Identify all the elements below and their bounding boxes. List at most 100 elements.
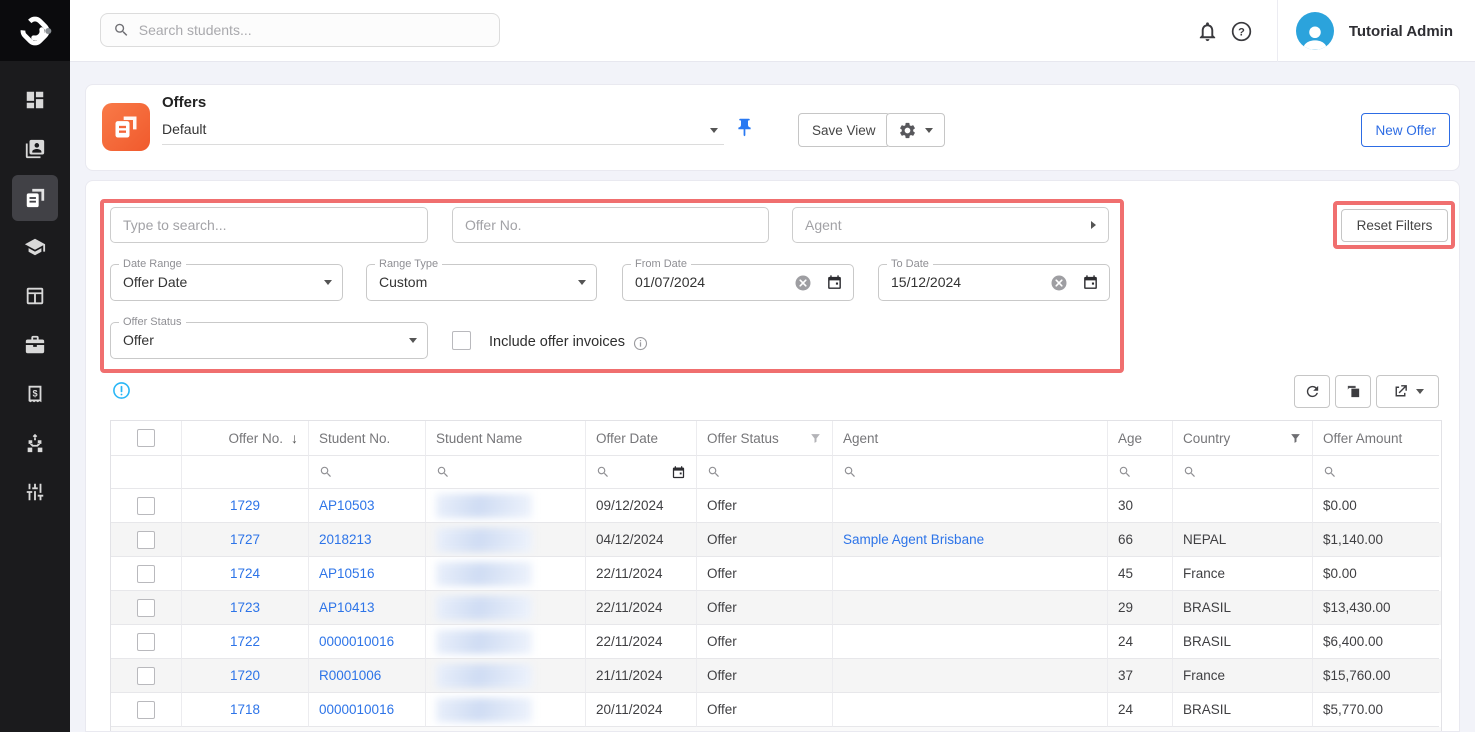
offer-no-link[interactable]: 1723 [230,600,260,615]
student-no-link[interactable]: AP10516 [319,566,375,581]
range-type-select[interactable]: Range Type Custom [366,264,597,301]
agent-link[interactable]: Sample Agent Brisbane [843,532,984,547]
chevron-down-icon [925,128,933,133]
help-button[interactable]: ? [1225,14,1259,48]
from-date-field[interactable]: From Date 01/07/2024 [622,264,854,301]
pin-view-button[interactable] [734,117,755,138]
sliders-icon [24,481,46,503]
student-no-link[interactable]: 0000010016 [319,634,394,649]
avatar[interactable] [1296,12,1334,50]
filter-cell-student-no[interactable] [309,456,426,489]
clear-icon[interactable] [1050,274,1068,292]
chevron-right-icon [1091,221,1096,229]
offer-no-link[interactable]: 1724 [230,566,260,581]
offer-status-cell: Offer [697,591,833,625]
offer-no-link[interactable]: 1720 [230,668,260,683]
topbar-right: ? Tutorial Admin [1191,0,1475,62]
filter-funnel-icon[interactable] [1289,432,1302,445]
global-search[interactable] [100,13,500,47]
sidebar-item-dashboard[interactable] [12,77,58,123]
filter-funnel-icon[interactable] [809,432,822,445]
column-header-offer-no[interactable]: Offer No. ↓ [182,421,309,456]
calendar-icon[interactable] [1082,274,1099,291]
calendar-icon[interactable] [826,274,843,291]
column-label: Student Name [436,431,522,446]
refresh-button[interactable] [1294,375,1330,408]
notifications-button[interactable] [1191,14,1225,48]
sidebar-item-offers[interactable] [12,175,58,221]
column-header-offer-status[interactable]: Offer Status [697,421,833,456]
view-selector[interactable]: Default [162,116,724,145]
row-checkbox[interactable] [137,701,155,719]
row-checkbox[interactable] [137,497,155,515]
filter-cell-offer-amount[interactable] [1313,456,1439,489]
column-header-student-no[interactable]: Student No. [309,421,426,456]
column-header-student-name[interactable]: Student Name [426,421,586,456]
chevron-down-icon [324,280,332,285]
column-header-offer-date[interactable]: Offer Date [586,421,697,456]
column-chooser-button[interactable] [1335,375,1371,408]
save-view-button[interactable]: Save View [798,113,890,147]
keyword-search-input[interactable] [110,207,428,243]
grid-info-icon[interactable] [112,381,131,400]
calendar-icon[interactable] [671,465,686,480]
filter-cell-age[interactable] [1108,456,1173,489]
topbar-divider [1277,0,1278,62]
student-no-link[interactable]: AP10413 [319,600,375,615]
student-no-link[interactable]: AP10503 [319,498,375,513]
to-date-field[interactable]: To Date 15/12/2024 [878,264,1110,301]
sidebar-item-agents[interactable] [12,420,58,466]
row-checkbox[interactable] [137,599,155,617]
sidebar-item-invoices[interactable]: $ [12,371,58,417]
sidebar-item-services[interactable] [12,322,58,368]
include-offer-invoices-checkbox[interactable] [452,331,471,350]
row-checkbox[interactable] [137,531,155,549]
search-icon [843,465,857,479]
offer-no-link[interactable]: 1722 [230,634,260,649]
column-header-age[interactable]: Age [1108,421,1173,456]
offer-no-link[interactable]: 1729 [230,498,260,513]
new-offer-button[interactable]: New Offer [1361,113,1450,147]
view-settings-button[interactable] [886,113,945,147]
filter-cell-country[interactable] [1173,456,1313,489]
table-body: 1729 AP10503 09/12/2024 Offer 30 $0.00 1… [111,489,1441,727]
row-checkbox[interactable] [137,565,155,583]
offer-amount-cell: $1,140.00 [1313,523,1439,557]
column-header-offer-amount[interactable]: Offer Amount [1313,421,1439,456]
sidebar-item-timetable[interactable] [12,273,58,319]
filter-cell-agent[interactable] [833,456,1108,489]
country-cell: NEPAL [1173,523,1313,557]
table-filter-row [111,456,1441,489]
column-header-country[interactable]: Country [1173,421,1313,456]
select-all-checkbox[interactable] [137,429,155,447]
search-input[interactable] [139,22,487,38]
sidebar-item-settings[interactable] [12,469,58,515]
column-header-agent[interactable]: Agent [833,421,1108,456]
offer-status-select[interactable]: Offer Status Offer [110,322,428,359]
row-checkbox[interactable] [137,633,155,651]
reset-filters-button[interactable]: Reset Filters [1341,209,1448,242]
clear-icon[interactable] [794,274,812,292]
filter-cell-student-name[interactable] [426,456,586,489]
filter-cell-offer-status[interactable] [697,456,833,489]
filter-cell-offer-date[interactable] [586,456,697,489]
student-no-link[interactable]: R0001006 [319,668,381,683]
filter-cell-offer-no[interactable] [182,456,309,489]
student-no-link[interactable]: 2018213 [319,532,372,547]
student-no-link[interactable]: 0000010016 [319,702,394,717]
sidebar-item-courses[interactable] [12,224,58,270]
user-name[interactable]: Tutorial Admin [1349,23,1453,40]
app-logo[interactable] [0,0,70,61]
offer-no-link[interactable]: 1718 [230,702,260,717]
offer-no-link[interactable]: 1727 [230,532,260,547]
offer-no-input[interactable] [452,207,769,243]
offers-badge [102,103,150,151]
field-value: Offer [123,332,154,348]
table-row: 1723 AP10413 22/11/2024 Offer 29 BRASIL … [111,591,1441,625]
agent-select[interactable]: Agent [792,207,1109,243]
row-checkbox[interactable] [137,667,155,685]
sidebar-item-students[interactable] [12,126,58,172]
age-cell: 45 [1108,557,1173,591]
export-button[interactable] [1376,375,1439,408]
date-range-select[interactable]: Date Range Offer Date [110,264,343,301]
